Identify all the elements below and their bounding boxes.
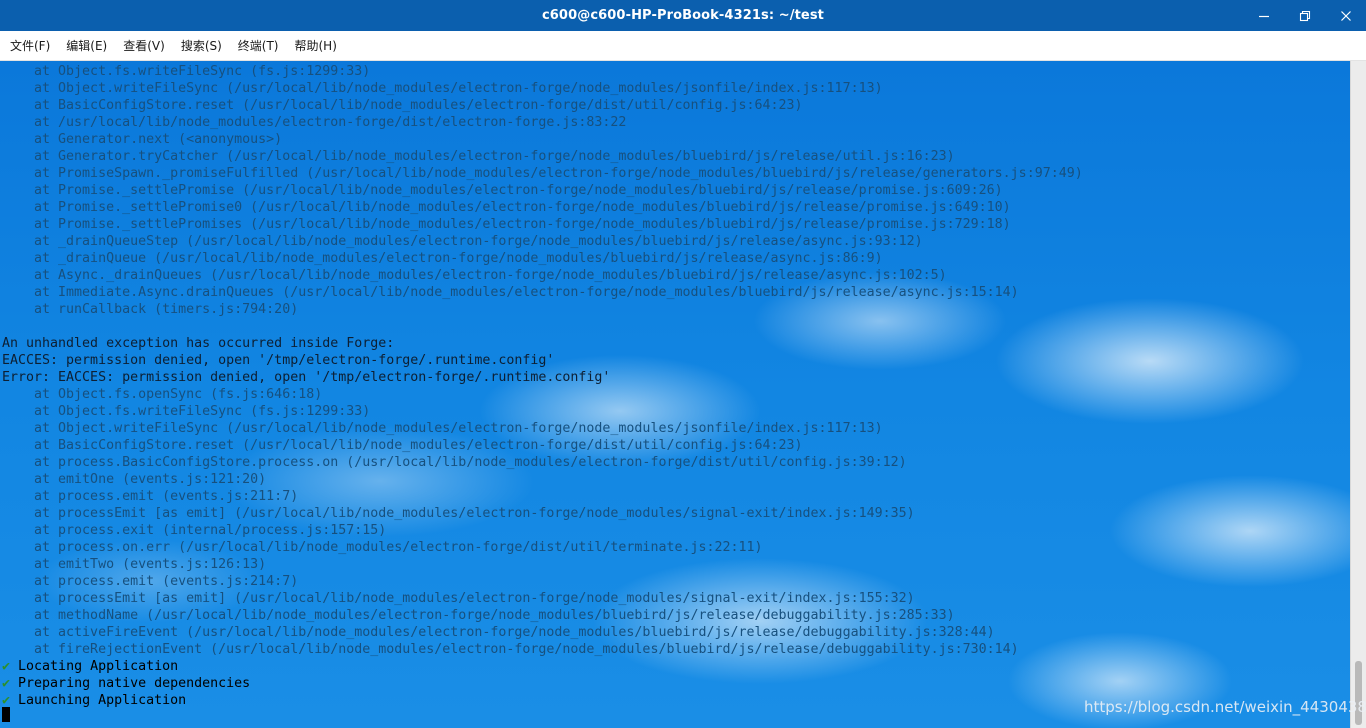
terminal-line: at Object.writeFileSync (/usr/local/lib/… bbox=[2, 421, 883, 436]
menu-bar: 文件(F) 编辑(E) 查看(V) 搜索(S) 终端(T) 帮助(H) bbox=[0, 31, 1366, 61]
checkmark-icon: ✔ bbox=[2, 659, 11, 674]
terminal-line: at methodName (/usr/local/lib/node_modul… bbox=[2, 608, 955, 623]
menu-search[interactable]: 搜索(S) bbox=[173, 31, 230, 61]
terminal-line: at emitOne (events.js:121:20) bbox=[2, 472, 267, 487]
window-titlebar[interactable]: c600@c600-HP-ProBook-4321s: ~/test bbox=[0, 0, 1366, 31]
terminal-line: at Object.writeFileSync (/usr/local/lib/… bbox=[2, 81, 883, 96]
terminal-line: at _drainQueueStep (/usr/local/lib/node_… bbox=[2, 234, 923, 249]
close-button[interactable] bbox=[1325, 0, 1366, 31]
terminal-line: at PromiseSpawn._promiseFulfilled (/usr/… bbox=[2, 166, 1083, 181]
status-line: ✔ Locating Application bbox=[2, 658, 178, 675]
terminal-line: at _drainQueue (/usr/local/lib/node_modu… bbox=[2, 251, 883, 266]
terminal-line: at emitTwo (events.js:126:13) bbox=[2, 557, 267, 572]
status-text: Locating Application bbox=[18, 659, 179, 674]
restore-icon bbox=[1299, 10, 1310, 21]
window-title: c600@c600-HP-ProBook-4321s: ~/test bbox=[541, 8, 824, 23]
terminal-line: at Object.fs.writeFileSync (fs.js:1299:3… bbox=[2, 64, 371, 79]
terminal-line: at Generator.next (<anonymous>) bbox=[2, 132, 283, 147]
terminal-line: at Promise._settlePromise (/usr/local/li… bbox=[2, 183, 1003, 198]
terminal-scrollbar[interactable] bbox=[1350, 61, 1366, 728]
status-line: ✔ Preparing native dependencies bbox=[2, 675, 250, 692]
checkmark-icon: ✔ bbox=[2, 693, 11, 708]
status-text: Preparing native dependencies bbox=[18, 676, 251, 691]
terminal-line: at process.exit (internal/process.js:157… bbox=[2, 523, 387, 538]
terminal-line: at process.emit (events.js:214:7) bbox=[2, 574, 299, 589]
terminal-line: An unhandled exception has occurred insi… bbox=[2, 336, 395, 351]
terminal-cursor bbox=[2, 707, 10, 722]
terminal-line: EACCES: permission denied, open '/tmp/el… bbox=[2, 353, 555, 368]
watermark-text: https://blog.csdn.net/weixin_44304387 bbox=[1084, 698, 1366, 716]
terminal-line: at Object.fs.openSync (fs.js:646:18) bbox=[2, 387, 323, 402]
menu-file[interactable]: 文件(F) bbox=[2, 31, 58, 61]
terminal-line: at activeFireEvent (/usr/local/lib/node_… bbox=[2, 625, 995, 640]
terminal-line: at runCallback (timers.js:794:20) bbox=[2, 302, 299, 317]
terminal-line: at processEmit [as emit] (/usr/local/lib… bbox=[2, 506, 915, 521]
terminal-line: at Async._drainQueues (/usr/local/lib/no… bbox=[2, 268, 947, 283]
terminal-line: at Promise._settlePromise0 (/usr/local/l… bbox=[2, 200, 1011, 215]
terminal-line: at Generator.tryCatcher (/usr/local/lib/… bbox=[2, 149, 955, 164]
checkmark-icon: ✔ bbox=[2, 676, 11, 691]
terminal-line: at process.BasicConfigStore.process.on (… bbox=[2, 455, 907, 470]
terminal-line: at Immediate.Async.drainQueues (/usr/loc… bbox=[2, 285, 1019, 300]
status-text: Launching Application bbox=[18, 693, 187, 708]
window-controls bbox=[1243, 0, 1366, 31]
terminal-line: at process.on.err (/usr/local/lib/node_m… bbox=[2, 540, 763, 555]
minimize-button[interactable] bbox=[1243, 0, 1284, 31]
status-line: ✔ Launching Application bbox=[2, 692, 186, 709]
menu-terminal[interactable]: 终端(T) bbox=[230, 31, 287, 61]
terminal-line: at processEmit [as emit] (/usr/local/lib… bbox=[2, 591, 915, 606]
terminal-line: at Promise._settlePromises (/usr/local/l… bbox=[2, 217, 1011, 232]
terminal-line: Error: EACCES: permission denied, open '… bbox=[2, 370, 611, 385]
minimize-icon bbox=[1258, 15, 1269, 17]
terminal-line: at /usr/local/lib/node_modules/electron-… bbox=[2, 115, 627, 130]
close-icon bbox=[1340, 10, 1351, 21]
terminal-line: at BasicConfigStore.reset (/usr/local/li… bbox=[2, 438, 803, 453]
menu-help[interactable]: 帮助(H) bbox=[287, 31, 345, 61]
menu-view[interactable]: 查看(V) bbox=[115, 31, 173, 61]
menu-edit[interactable]: 编辑(E) bbox=[58, 31, 115, 61]
terminal-line: at fireRejectionEvent (/usr/local/lib/no… bbox=[2, 642, 1019, 657]
terminal-line: at BasicConfigStore.reset (/usr/local/li… bbox=[2, 98, 803, 113]
terminal-line: at Object.fs.writeFileSync (fs.js:1299:3… bbox=[2, 404, 371, 419]
terminal-output[interactable]: at Object.fs.writeFileSync (fs.js:1299:3… bbox=[0, 61, 1350, 728]
terminal-line: at process.emit (events.js:211:7) bbox=[2, 489, 299, 504]
maximize-button[interactable] bbox=[1284, 0, 1325, 31]
